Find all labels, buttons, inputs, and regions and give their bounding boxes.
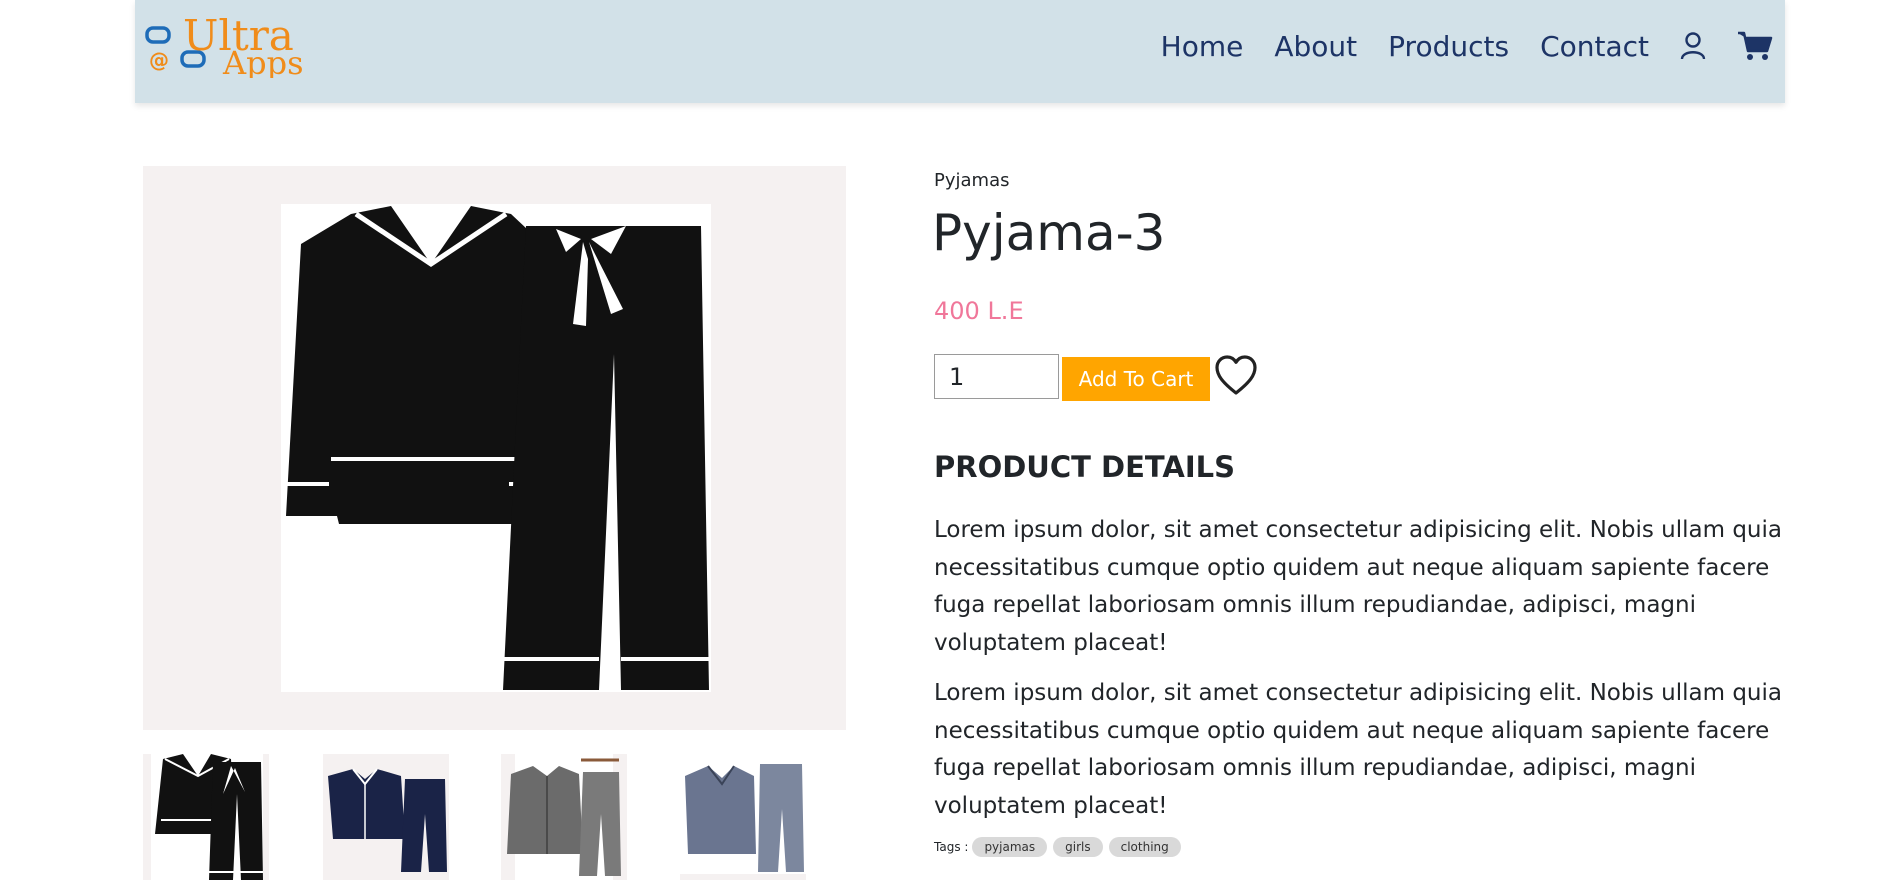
thumbnail-4[interactable] xyxy=(680,754,806,880)
pyjama-illustration xyxy=(286,206,709,690)
product-category: Pyjamas xyxy=(934,170,1010,191)
tag-pyjamas[interactable]: pyjamas xyxy=(972,837,1048,857)
nav-home[interactable]: Home xyxy=(1161,30,1244,63)
tag-list: Tags : pyjamas girls clothing xyxy=(934,835,1187,859)
product-title: Pyjama-3 xyxy=(932,204,1166,262)
main-nav: Home About Products Contact xyxy=(1161,22,1773,70)
svg-text:@: @ xyxy=(149,48,169,72)
product-description-1: Lorem ipsum dolor, sit amet consectetur … xyxy=(934,517,1782,656)
product-price: 400 L.E xyxy=(934,297,1024,325)
user-icon[interactable] xyxy=(1679,31,1707,61)
product-photo xyxy=(281,204,711,692)
thumbnail-strip xyxy=(143,754,846,880)
brand-logo[interactable]: @ Ultra Apps xyxy=(145,11,365,82)
add-to-cart-button[interactable]: Add To Cart xyxy=(1062,357,1210,401)
thumbnail-1[interactable] xyxy=(143,754,269,880)
quantity-input[interactable] xyxy=(934,354,1059,399)
navbar: @ Ultra Apps Home About Products Contact xyxy=(0,0,1900,103)
product-details-heading: PRODUCT DETAILS xyxy=(934,450,1236,484)
nav-products[interactable]: Products xyxy=(1388,30,1509,63)
main-product-image xyxy=(143,166,846,730)
nav-about[interactable]: About xyxy=(1274,30,1357,63)
tag-clothing[interactable]: clothing xyxy=(1108,837,1181,857)
cart-icon[interactable] xyxy=(1737,30,1773,62)
tag-girls[interactable]: girls xyxy=(1053,837,1103,857)
logo-mark: @ Ultra Apps xyxy=(145,11,304,82)
nav-contact[interactable]: Contact xyxy=(1540,30,1649,63)
product-description-2: Lorem ipsum dolor, sit amet consectetur … xyxy=(934,680,1782,819)
thumbnail-3[interactable] xyxy=(501,754,627,880)
heart-icon[interactable] xyxy=(1214,354,1258,398)
logo-line2: Apps xyxy=(222,44,304,78)
tags-label: Tags : xyxy=(934,840,969,854)
thumbnail-2[interactable] xyxy=(323,754,449,880)
